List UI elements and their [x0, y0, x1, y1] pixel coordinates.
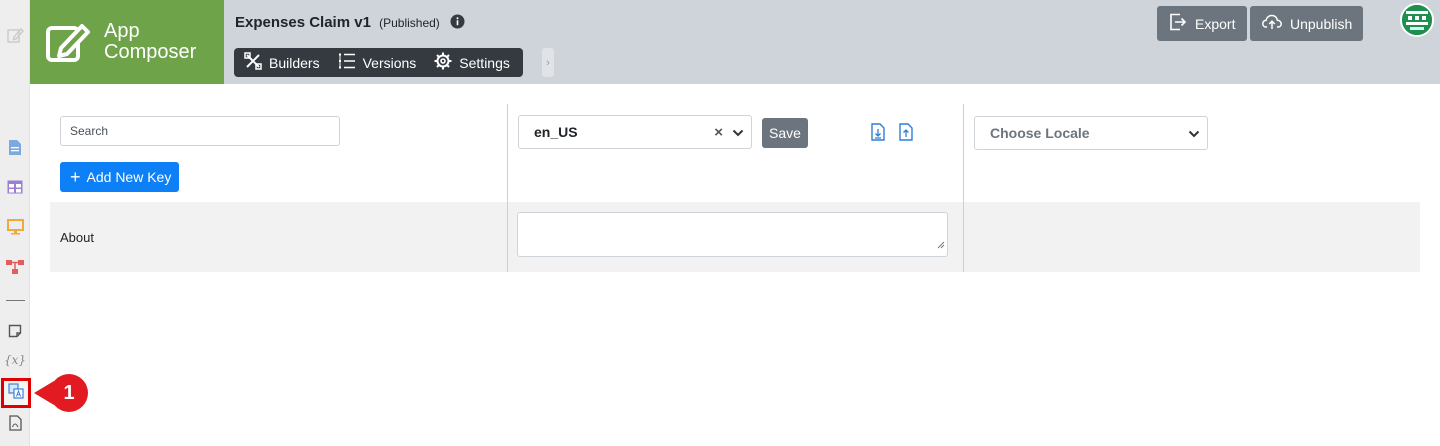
brand-name: App Composer: [104, 21, 196, 63]
locale-select[interactable]: en_US ×: [518, 115, 752, 149]
note-icon[interactable]: [6, 322, 24, 340]
translation-key: About: [60, 230, 94, 245]
rail-divider: [6, 300, 25, 301]
nav-builders-label: Builders: [269, 54, 320, 71]
publish-status: (Published): [379, 16, 440, 30]
variables-icon[interactable]: {x}: [3, 351, 27, 369]
callout-number: 1: [50, 374, 88, 412]
chevron-down-icon: [732, 126, 744, 142]
brand-line-2: Composer: [104, 41, 197, 63]
translations-rail-item[interactable]: [1, 378, 31, 408]
translate-icon: [8, 382, 24, 404]
cloud-upload-icon: [1262, 14, 1290, 33]
locale-select-value: en_US: [534, 124, 578, 140]
export-button[interactable]: Export: [1157, 6, 1247, 41]
column-divider: [963, 104, 964, 272]
translation-value-textarea[interactable]: [517, 212, 948, 257]
unpublish-button[interactable]: Unpublish: [1250, 6, 1363, 41]
add-new-key-button[interactable]: + Add New Key: [60, 162, 179, 192]
save-button[interactable]: Save: [762, 118, 808, 148]
download-file-icon[interactable]: [871, 123, 885, 146]
edit-icon[interactable]: [6, 26, 24, 44]
app-title: Expenses Claim v1 (Published): [235, 14, 465, 33]
plus-icon: +: [70, 167, 81, 187]
step-callout: 1: [34, 374, 96, 412]
table-icon[interactable]: [6, 178, 24, 196]
upload-file-icon[interactable]: [899, 123, 913, 146]
builders-icon: [244, 52, 269, 73]
resize-grip-icon[interactable]: [937, 236, 945, 254]
add-new-key-label: Add New Key: [86, 169, 172, 185]
clear-icon[interactable]: ×: [714, 124, 723, 141]
info-icon[interactable]: [450, 14, 465, 33]
export-icon: [1169, 13, 1195, 34]
versions-icon: [338, 52, 363, 73]
export-label: Export: [1195, 15, 1236, 32]
nav-builders[interactable]: Builders: [244, 52, 320, 73]
target-locale-placeholder: Choose Locale: [990, 125, 1090, 141]
nav-versions[interactable]: Versions: [338, 52, 417, 73]
left-icon-rail: {x}: [0, 0, 31, 446]
nav-settings[interactable]: Settings: [434, 52, 510, 73]
monitor-icon[interactable]: [6, 218, 24, 236]
search-input[interactable]: [60, 116, 340, 146]
user-avatar[interactable]: [1400, 3, 1434, 37]
nav-settings-label: Settings: [459, 54, 510, 71]
nav-versions-label: Versions: [362, 54, 417, 71]
unpublish-label: Unpublish: [1290, 15, 1353, 32]
document-icon[interactable]: [6, 138, 24, 156]
builder-nav: Builders Versions Settings: [234, 48, 523, 77]
chevron-down-icon: [1188, 127, 1200, 143]
app-composer-brand[interactable]: App Composer: [30, 0, 224, 84]
nav-collapse-toggle[interactable]: ›: [542, 48, 554, 77]
settings-icon: [434, 52, 459, 73]
top-header: App Composer Expenses Claim v1 (Publishe…: [30, 0, 1440, 84]
app-composer-screen: {x} 1 App Composer Expenses Claim v1 (Pu: [0, 0, 1440, 446]
target-locale-select[interactable]: Choose Locale: [974, 116, 1208, 150]
column-divider: [507, 104, 508, 272]
edit-logo-icon: [44, 18, 92, 66]
pdf-icon[interactable]: [6, 414, 24, 432]
app-title-text: Expenses Claim v1: [235, 14, 371, 31]
workflow-icon[interactable]: [6, 258, 24, 276]
brand-line-1: App: [104, 20, 140, 42]
